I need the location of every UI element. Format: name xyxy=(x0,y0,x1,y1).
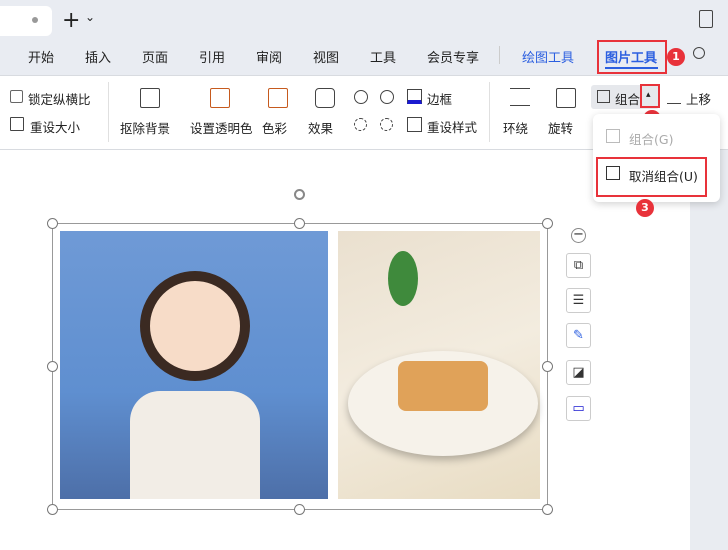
divider xyxy=(108,82,109,142)
edit-side-icon[interactable]: ✎ xyxy=(566,323,591,348)
tab-reference[interactable]: 引用 xyxy=(199,47,225,66)
wrap-icon xyxy=(510,88,530,106)
search-icon[interactable] xyxy=(693,47,705,59)
food-plate-image[interactable] xyxy=(338,231,540,499)
reset-size-button[interactable]: 重设大小 xyxy=(30,117,80,136)
contrast-down-icon[interactable] xyxy=(380,118,393,131)
group-icon xyxy=(597,90,610,103)
brightness-up-icon[interactable] xyxy=(354,90,368,104)
wrap-side-icon[interactable]: ☰ xyxy=(566,288,591,313)
fill-side-icon[interactable]: ◪ xyxy=(566,360,591,385)
rotate-handle[interactable] xyxy=(294,189,305,200)
divider xyxy=(499,46,500,64)
tab-view[interactable]: 视图 xyxy=(313,47,339,66)
tab-drawing-tools[interactable]: 绘图工具 xyxy=(522,47,574,66)
unsaved-dot-icon xyxy=(32,17,38,23)
resize-handle[interactable] xyxy=(294,504,305,515)
tab-insert[interactable]: 插入 xyxy=(85,47,111,66)
chevron-down-icon[interactable]: ⌄ xyxy=(85,10,95,24)
color-button[interactable]: 色彩 xyxy=(262,118,287,137)
lock-ratio-label: 锁定纵横比 xyxy=(28,92,91,107)
effect-icon xyxy=(315,88,335,108)
move-up-icon xyxy=(667,90,681,104)
panel-icon[interactable] xyxy=(699,10,713,28)
annotation-badge-1: 1 xyxy=(667,48,685,66)
transparent-color-icon xyxy=(210,88,230,108)
ungroup-side-icon[interactable]: ⧉ xyxy=(566,253,591,278)
brightness-down-icon[interactable] xyxy=(380,90,394,104)
resize-handle[interactable] xyxy=(542,218,553,229)
chevron-up-icon[interactable]: ▴ xyxy=(646,90,651,100)
effect-button[interactable]: 效果 xyxy=(308,118,333,137)
annotation-badge-3: 3 xyxy=(636,199,654,217)
move-up-button[interactable]: 上移 xyxy=(686,89,711,108)
resize-handle[interactable] xyxy=(47,361,58,372)
lock-ratio-checkbox[interactable] xyxy=(10,90,23,103)
tab-start[interactable]: 开始 xyxy=(28,47,54,66)
annotation-box-1 xyxy=(597,40,667,74)
border-side-icon[interactable]: ▭ xyxy=(566,396,591,421)
border-icon xyxy=(407,89,422,104)
tab-tools[interactable]: 工具 xyxy=(370,47,396,66)
tab-page[interactable]: 页面 xyxy=(142,47,168,66)
menu-item-group[interactable]: 组合(G) xyxy=(629,129,673,148)
reset-size-icon xyxy=(10,117,24,131)
collapse-icon[interactable]: − xyxy=(571,228,586,243)
reset-style-button[interactable]: 重设样式 xyxy=(427,117,477,136)
rotate-button[interactable]: 旋转 xyxy=(548,118,573,137)
resize-handle[interactable] xyxy=(294,218,305,229)
rotate-icon xyxy=(556,88,576,108)
border-button[interactable]: 边框 xyxy=(427,89,452,108)
group-icon xyxy=(606,129,620,143)
remove-background-button[interactable]: 抠除背景 xyxy=(120,118,170,137)
color-icon xyxy=(268,88,288,108)
girl-illustration-image[interactable] xyxy=(60,231,328,499)
divider xyxy=(489,82,490,142)
remove-background-icon xyxy=(140,88,160,108)
resize-handle[interactable] xyxy=(47,218,58,229)
wrap-button[interactable]: 环绕 xyxy=(503,118,528,137)
tab-review[interactable]: 审阅 xyxy=(256,47,282,66)
new-tab-button[interactable]: + xyxy=(62,8,80,33)
reset-style-icon xyxy=(407,117,422,132)
resize-handle[interactable] xyxy=(542,504,553,515)
document-margin xyxy=(690,150,728,550)
resize-handle[interactable] xyxy=(542,361,553,372)
title-bar xyxy=(0,0,728,38)
document-tab[interactable] xyxy=(0,6,52,36)
contrast-up-icon[interactable] xyxy=(354,118,367,131)
set-transparent-button[interactable]: 设置透明色 xyxy=(190,118,253,137)
annotation-box-3 xyxy=(596,157,707,197)
group-label: 组合 xyxy=(615,92,641,107)
tab-member[interactable]: 会员专享 xyxy=(427,47,479,66)
resize-handle[interactable] xyxy=(47,504,58,515)
